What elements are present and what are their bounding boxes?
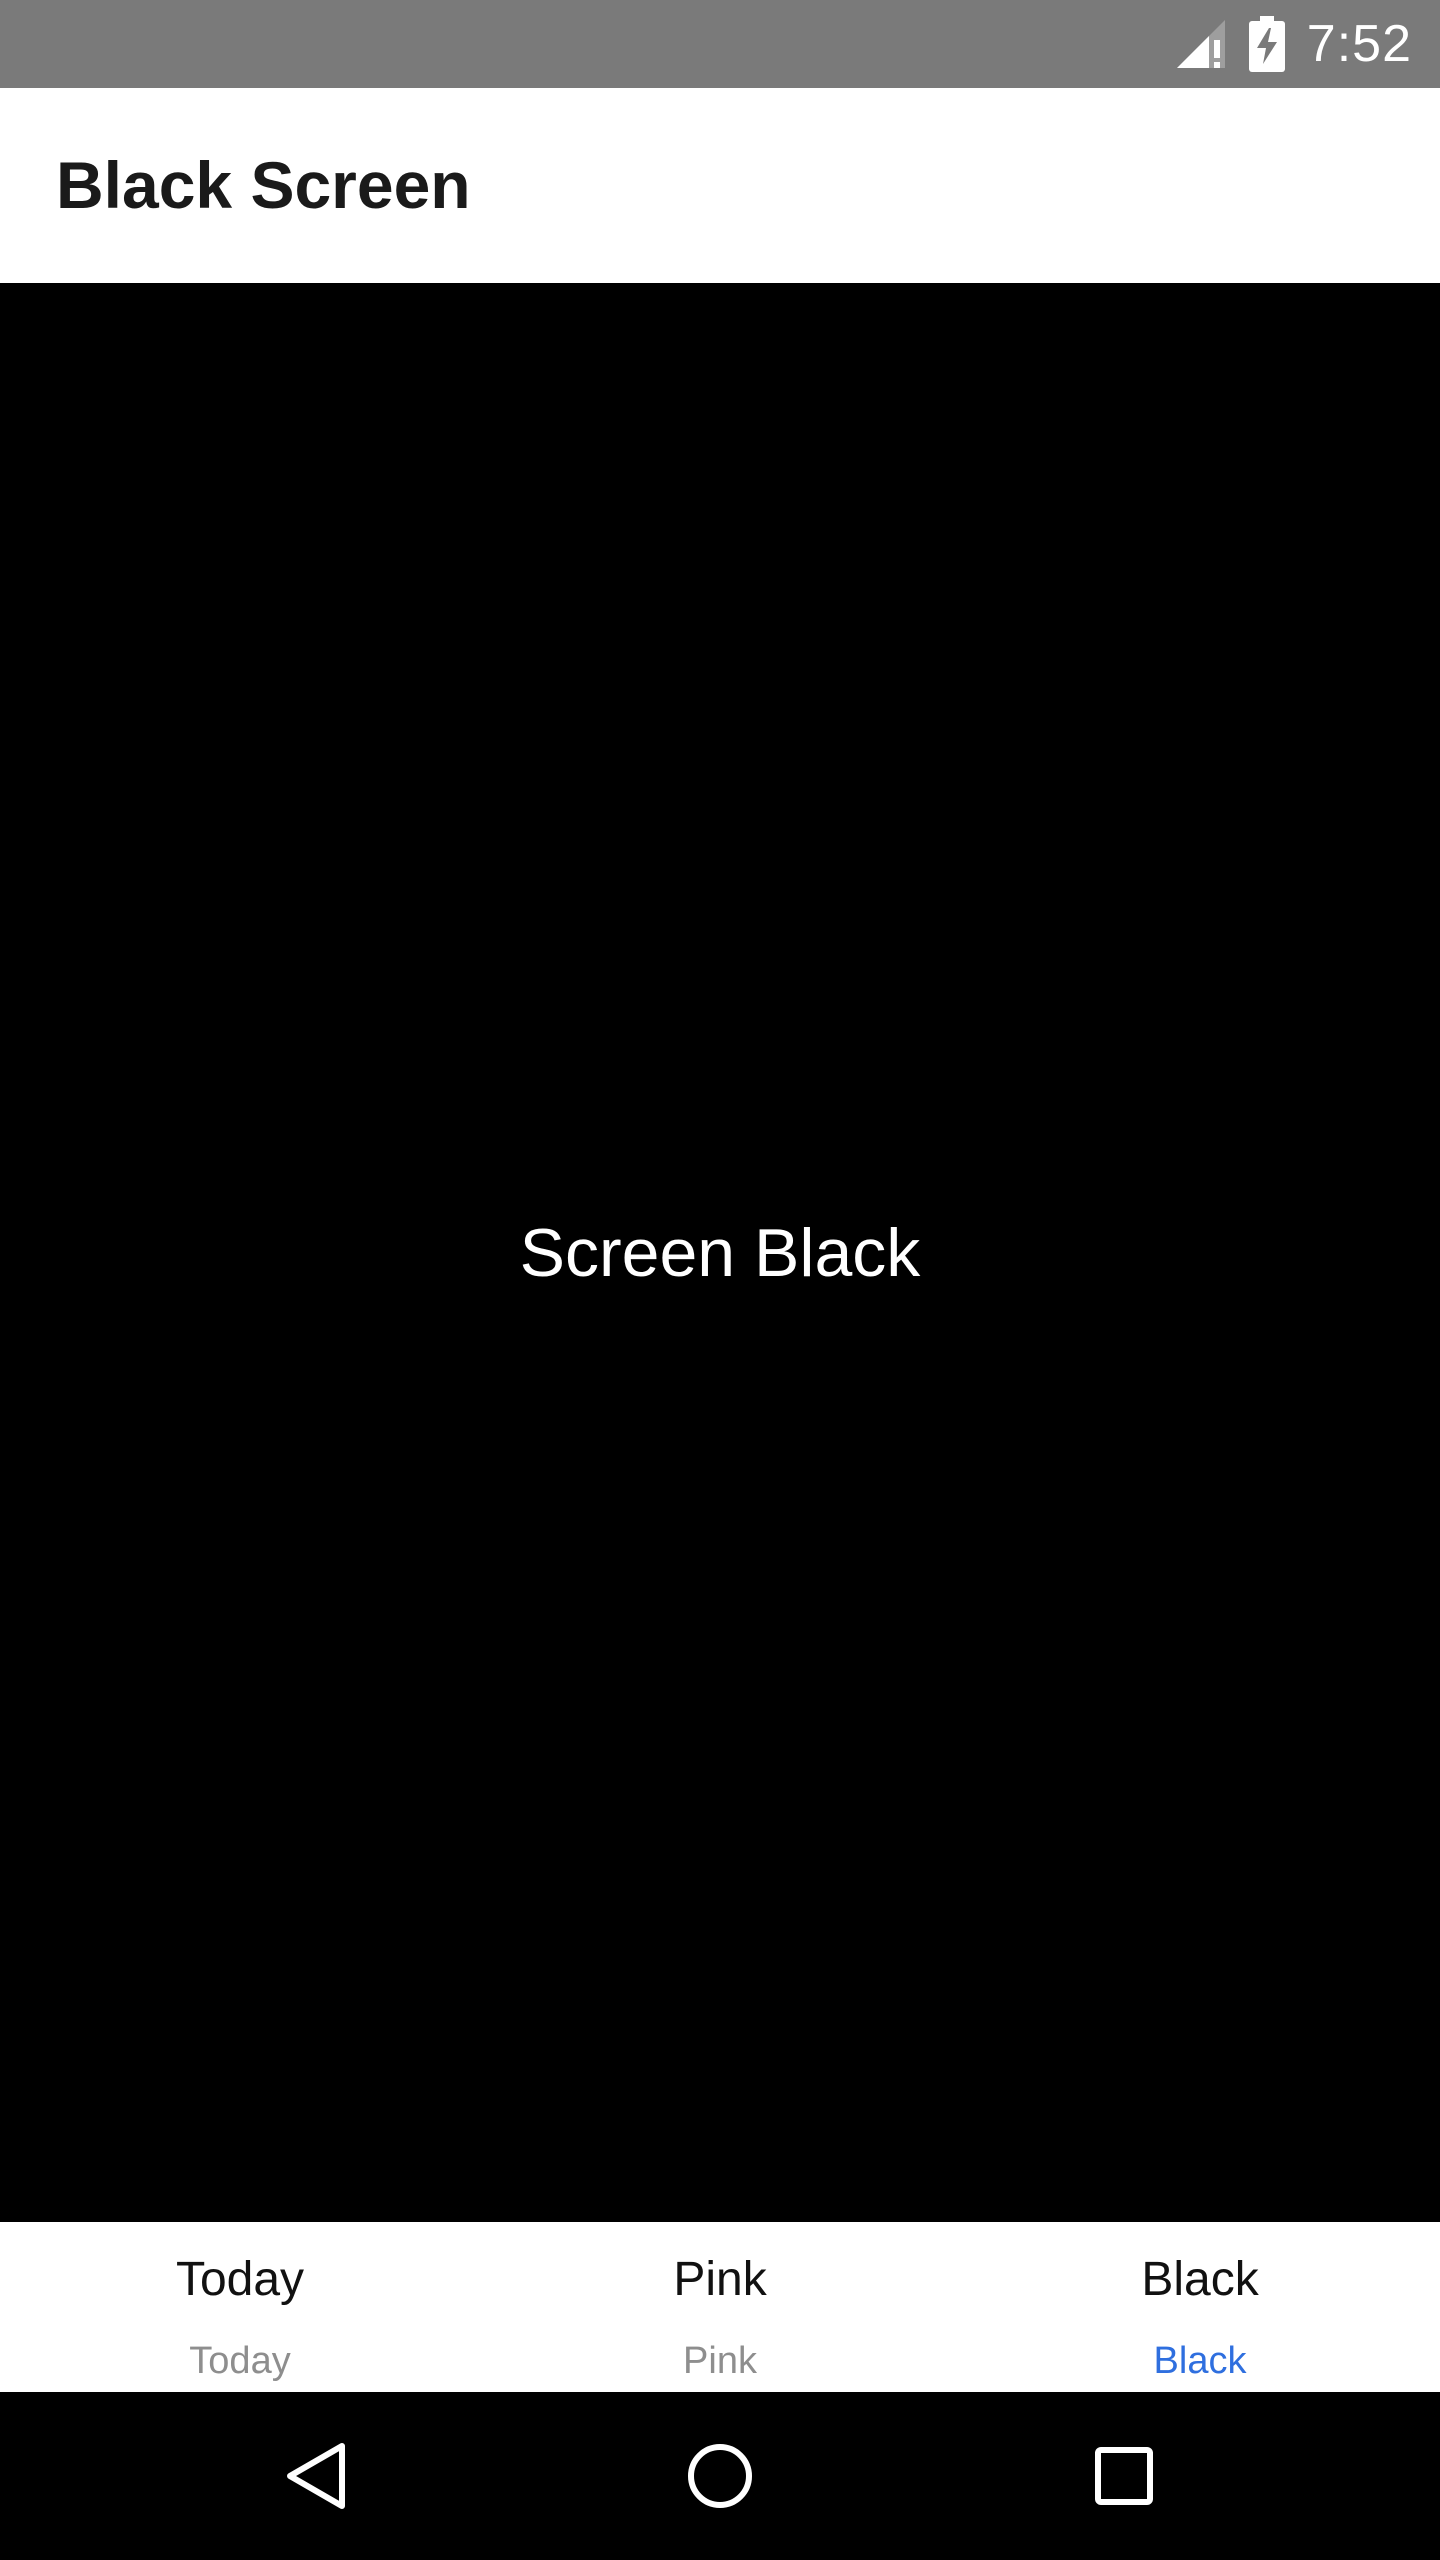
tab-icon-text: Pink [673, 2253, 767, 2306]
tab-black[interactable]: Black Black [960, 2222, 1440, 2392]
battery-charging-icon [1248, 16, 1285, 72]
tab-icon-text: Black [1141, 2253, 1259, 2306]
tab-label: Pink [683, 2340, 757, 2382]
recents-button[interactable] [1024, 2392, 1224, 2560]
tab-icon-text: Today [175, 2253, 305, 2306]
tab-today[interactable]: Today Today [0, 2222, 480, 2392]
tab-label: Black [1153, 2340, 1247, 2382]
app-bar: Black Screen [0, 88, 1440, 283]
tab-label: Today [189, 2340, 291, 2382]
back-button[interactable] [216, 2392, 416, 2560]
status-bar: 7:52 [0, 0, 1440, 88]
tab-pink[interactable]: Pink Pink [480, 2222, 960, 2392]
navigation-bar [0, 2392, 1440, 2560]
signal-no-data-icon [1176, 20, 1225, 68]
main-content: Screen Black [0, 283, 1440, 2222]
home-button[interactable] [620, 2392, 820, 2560]
status-time: 7:52 [1306, 15, 1412, 73]
home-icon [688, 2444, 752, 2508]
bottom-tab-bar: Today Today Pink Pink Black Black [0, 2222, 1440, 2392]
screen: 7:52 Black Screen Screen Black Today Tod… [0, 0, 1440, 2560]
content-text: Screen Black [519, 1214, 921, 1291]
back-icon [287, 2443, 345, 2509]
recents-icon [1095, 2447, 1153, 2505]
status-icons: 7:52 [1175, 0, 1412, 88]
page-title: Black Screen [56, 148, 471, 222]
